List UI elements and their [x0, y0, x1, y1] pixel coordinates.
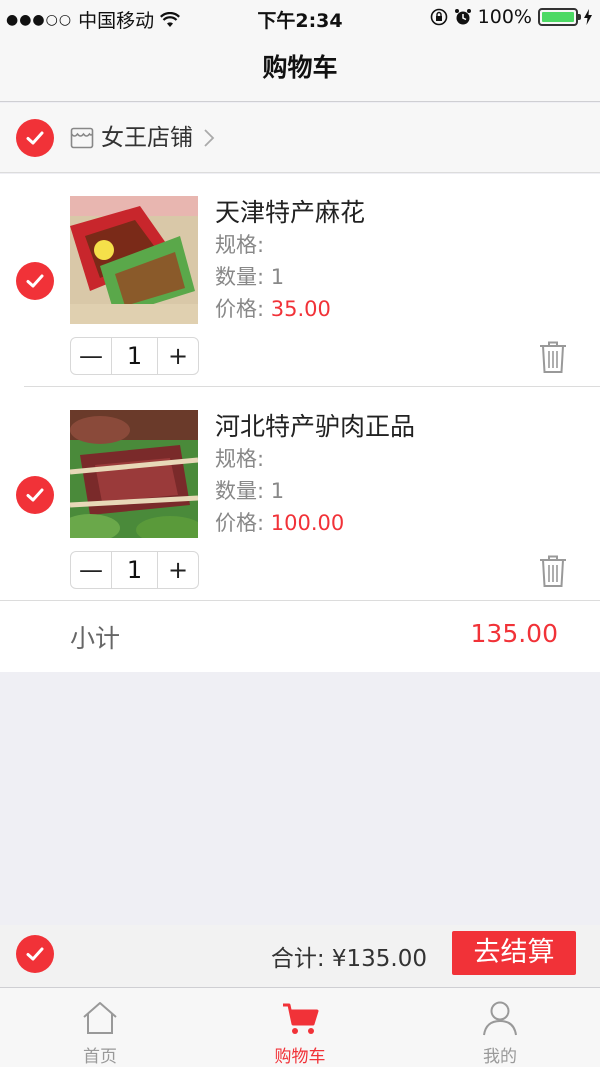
product-image[interactable] [70, 196, 198, 324]
quantity-stepper: — 1 + [70, 337, 199, 375]
battery-icon [538, 8, 581, 26]
tab-label: 我的 [483, 1047, 517, 1067]
item-select-checkbox[interactable] [16, 476, 54, 514]
cart-icon [283, 1003, 319, 1034]
user-icon [483, 1001, 517, 1036]
decrement-button[interactable]: — [71, 552, 111, 588]
battery-percent: 100% [477, 6, 532, 28]
page-title: 购物车 [0, 34, 600, 102]
product-image[interactable] [70, 410, 198, 538]
price-value: 35.00 [270, 297, 331, 321]
checkmark-icon [26, 274, 44, 288]
product-price: 价格: 100.00 [215, 508, 344, 538]
price-label: 价格: [215, 297, 265, 321]
rotation-lock-icon [430, 8, 447, 26]
quantity-value: 1 [270, 265, 285, 289]
product-spec: 规格: [215, 447, 265, 471]
quantity-input[interactable]: 1 [111, 338, 158, 374]
quantity-label: 数量: [215, 479, 265, 503]
subtotal-value: 135.00 [470, 619, 558, 648]
total-amount: 合计: ¥135.00 [270, 946, 427, 972]
checkout-button[interactable]: 去结算 [452, 931, 576, 975]
product-price: 价格: 35.00 [215, 294, 331, 324]
shop-name[interactable]: 女王店铺 [101, 121, 193, 155]
chevron-right-icon[interactable] [202, 127, 216, 149]
product-quantity: 数量: 1 [215, 476, 284, 506]
mahua-product-picture [70, 196, 198, 324]
increment-button[interactable]: + [158, 338, 198, 374]
increment-button[interactable]: + [158, 552, 198, 588]
decrement-button[interactable]: — [71, 338, 111, 374]
product-quantity: 数量: 1 [215, 262, 284, 292]
checkmark-icon [26, 131, 44, 145]
product-spec: 规格: [215, 233, 265, 257]
tab-bar: 首页 购物车 我的 [0, 987, 600, 1067]
cart-item: 天津特产麻花 规格: 数量: 1 价格: 35.00 — 1 + [0, 174, 600, 387]
shop-header[interactable]: 女王店铺 [0, 103, 600, 173]
donkey-meat-product-picture [70, 410, 198, 538]
product-title[interactable]: 河北特产驴肉正品 [215, 410, 415, 444]
shop-select-checkbox[interactable] [16, 119, 54, 157]
tab-label: 购物车 [274, 1047, 326, 1067]
subtotal-label: 小计 [70, 624, 121, 653]
tab-cart[interactable]: 购物车 [200, 988, 400, 1067]
quantity-input[interactable]: 1 [111, 552, 158, 588]
select-all-checkbox[interactable] [16, 935, 54, 973]
price-label: 价格: [215, 511, 265, 535]
tab-label: 首页 [83, 1047, 117, 1067]
item-select-checkbox[interactable] [16, 262, 54, 300]
alarm-icon [454, 9, 471, 25]
quantity-stepper: — 1 + [70, 551, 199, 589]
checkout-bar: 合计: ¥135.00 去结算 [0, 925, 600, 987]
trash-icon[interactable] [538, 554, 568, 588]
cart-item: 河北特产驴肉正品 规格: 数量: 1 价格: 100.00 — 1 + [0, 388, 600, 601]
quantity-label: 数量: [215, 265, 265, 289]
trash-icon[interactable] [538, 340, 568, 374]
checkmark-icon [26, 947, 44, 961]
item-divider [24, 386, 600, 387]
cart-item-list: 天津特产麻花 规格: 数量: 1 价格: 35.00 — 1 + 河北特产驴肉正… [0, 174, 600, 672]
home-icon [83, 1002, 117, 1034]
subtotal-row: 小计 135.00 [0, 600, 600, 672]
store-icon [70, 127, 94, 149]
price-value: 100.00 [270, 511, 345, 535]
checkmark-icon [26, 488, 44, 502]
tab-profile[interactable]: 我的 [400, 988, 600, 1067]
product-title[interactable]: 天津特产麻花 [215, 196, 365, 230]
charging-icon [584, 9, 592, 25]
tab-home[interactable]: 首页 [0, 988, 200, 1067]
status-bar: ●●●○○ 中国移动 下午2:34 100% [0, 0, 600, 34]
quantity-value: 1 [270, 479, 285, 503]
